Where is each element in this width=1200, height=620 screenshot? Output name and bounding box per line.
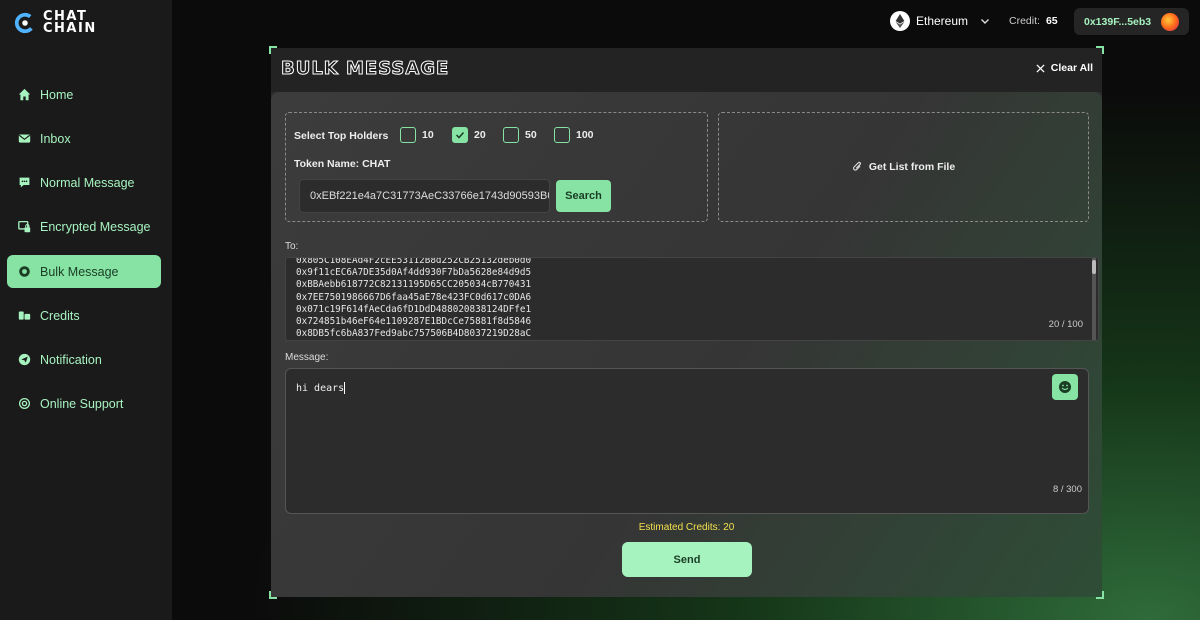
- sidebar-item-notification[interactable]: Notification: [7, 343, 161, 376]
- sidebar: CHAT CHAIN Home Inbox Normal Message Enc…: [0, 0, 172, 620]
- holder-option-label: 20: [474, 129, 486, 141]
- top-holders-box: Select Top Holders 10 20 50 100 Token Na…: [285, 112, 708, 222]
- ethereum-icon: [890, 11, 910, 31]
- bulk-message-panel: BULK MESSAGE Clear All Select Top Holder…: [269, 46, 1104, 599]
- text-caret: [344, 382, 346, 394]
- checkmark-icon: [455, 131, 465, 139]
- holder-option-10[interactable]: 10: [400, 127, 434, 143]
- list-item: 0x724851b46eF64e1109287E1BDcCe75881f8d58…: [296, 316, 532, 328]
- sidebar-item-encrypted-message[interactable]: Encrypted Message: [7, 210, 161, 243]
- recipient-count: 20 / 100: [1048, 319, 1083, 330]
- top-bar: Ethereum Credit: 65 0x139F...5eb3: [172, 0, 1200, 46]
- checkbox-checked[interactable]: [452, 127, 468, 143]
- sidebar-item-label: Notification: [40, 352, 102, 367]
- sidebar-item-label: Online Support: [40, 396, 124, 411]
- sidebar-item-label: Encrypted Message: [40, 219, 151, 234]
- send-button[interactable]: Send: [622, 542, 752, 577]
- sidebar-item-bulk-message[interactable]: Bulk Message: [7, 255, 161, 288]
- credit-display: Credit: 65: [1009, 15, 1058, 27]
- sidebar-item-label: Inbox: [40, 131, 71, 146]
- lock-message-icon: [17, 220, 31, 234]
- sidebar-item-label: Bulk Message: [40, 264, 119, 279]
- token-address-input[interactable]: 0xEBf221e4a7C31773AeC33766e1743d90593B0: [299, 179, 550, 213]
- page-title: BULK MESSAGE: [280, 58, 450, 80]
- sidebar-item-online-support[interactable]: Online Support: [7, 387, 161, 420]
- sidebar-item-label: Normal Message: [40, 175, 135, 190]
- send-icon: [17, 353, 31, 367]
- message-char-count: 8 / 300: [1052, 484, 1082, 495]
- paperclip-icon: [852, 161, 861, 171]
- wallet-button[interactable]: 0x139F...5eb3: [1074, 8, 1189, 35]
- credit-value: 65: [1045, 15, 1058, 27]
- holder-option-label: 50: [525, 129, 537, 141]
- sidebar-item-label: Home: [40, 87, 74, 102]
- logo[interactable]: CHAT CHAIN: [14, 9, 97, 36]
- checkbox[interactable]: [503, 127, 519, 143]
- search-button[interactable]: Search: [556, 180, 611, 212]
- smiley-icon: [1059, 381, 1071, 393]
- message-label: Message:: [285, 352, 329, 363]
- to-label: To:: [285, 241, 299, 252]
- list-item: 0x7EE7501986667D6faa45aE78e423FC0d617c0D…: [296, 291, 532, 303]
- network-name: Ethereum: [916, 14, 969, 28]
- checkbox[interactable]: [554, 127, 570, 143]
- credit-label: Credit:: [1009, 15, 1040, 27]
- sidebar-item-normal-message[interactable]: Normal Message: [7, 166, 161, 199]
- support-icon: [17, 397, 31, 411]
- chatchain-logo-icon: [14, 12, 36, 34]
- list-item: 0x071c19F614fAeCda6fD1DdD488020838124DFf…: [296, 303, 532, 315]
- holder-option-20[interactable]: 20: [452, 127, 486, 143]
- sidebar-item-label: Credits: [40, 308, 80, 323]
- logo-text: CHAT CHAIN: [43, 9, 97, 36]
- get-list-label: Get List from File: [868, 161, 956, 173]
- wallet-avatar: [1161, 12, 1180, 31]
- holder-option-50[interactable]: 50: [503, 127, 537, 143]
- checkbox[interactable]: [400, 127, 416, 143]
- list-item: 0x805C108EAd4F2cEE53112B8d252CB25132deb0…: [296, 257, 532, 266]
- list-item: 0x9f11cEC6A7DE35d0Af4dd930F7bDa5628e84d9…: [296, 267, 532, 279]
- bulk-message-icon: [17, 265, 31, 279]
- token-name-label: Token Name: CHAT: [294, 158, 391, 170]
- estimated-credits: Estimated Credits: 20: [638, 522, 735, 533]
- select-top-holders-label: Select Top Holders: [294, 130, 389, 142]
- home-icon: [17, 88, 31, 102]
- list-item: 0xBBAebb618772C82131195D65CC205034cB7704…: [296, 279, 532, 291]
- inbox-icon: [17, 132, 31, 146]
- message-value: hi dears: [296, 383, 345, 394]
- get-list-from-file-button[interactable]: Get List from File: [718, 112, 1089, 222]
- sidebar-item-home[interactable]: Home: [7, 78, 161, 111]
- scrollbar-thumb[interactable]: [1092, 260, 1096, 274]
- holder-option-100[interactable]: 100: [554, 127, 594, 143]
- chat-icon: [17, 176, 31, 190]
- holder-option-label: 100: [576, 129, 594, 141]
- panel-body: Select Top Holders 10 20 50 100 Token Na…: [271, 92, 1102, 597]
- holder-option-label: 10: [422, 129, 434, 141]
- recipients-textarea[interactable]: 0x805C108EAd4F2cEE53112B8d252CB25132deb0…: [285, 257, 1099, 341]
- close-icon: [1036, 63, 1045, 73]
- list-item: 0x8DB5fc6bA837Fed9abc757506B4D8037219D28…: [296, 328, 532, 340]
- message-textarea[interactable]: hi dears 8 / 300: [285, 368, 1089, 514]
- sidebar-item-credits[interactable]: Credits: [7, 299, 161, 332]
- panel-header: BULK MESSAGE Clear All: [271, 48, 1102, 92]
- emoji-button[interactable]: [1052, 374, 1078, 400]
- sidebar-item-inbox[interactable]: Inbox: [7, 122, 161, 155]
- address-list: 0x805C108EAd4F2cEE53112B8d252CB25132deb0…: [296, 257, 532, 340]
- network-selector[interactable]: Ethereum: [890, 11, 990, 31]
- clear-all-button[interactable]: Clear All: [1036, 62, 1093, 74]
- wallet-address: 0x139F...5eb3: [1084, 15, 1152, 28]
- clear-all-label: Clear All: [1050, 62, 1093, 74]
- message-text: hi dears: [296, 382, 346, 394]
- chevron-down-icon: [981, 19, 990, 24]
- coins-icon: [17, 309, 31, 323]
